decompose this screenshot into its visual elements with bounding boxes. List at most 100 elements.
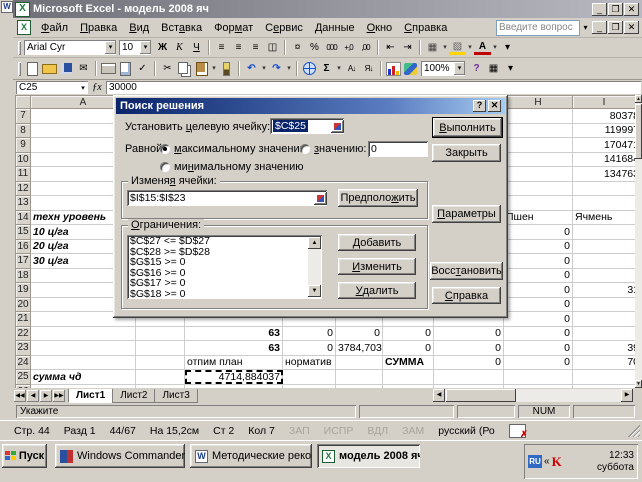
collapse-dialog-icon[interactable] [331, 120, 344, 133]
zoom-combo[interactable]: 100% ▾ [421, 61, 465, 76]
cell-I7[interactable]: 80378 [573, 109, 636, 124]
cell-I18[interactable] [573, 268, 636, 283]
cell-I22[interactable] [573, 326, 636, 341]
taskbar-button[interactable]: WМетодические рекомен... [190, 444, 312, 468]
cell-I17[interactable] [573, 254, 636, 269]
hyperlink-icon[interactable] [301, 61, 318, 77]
cell-A23[interactable] [31, 341, 136, 356]
cell-H12[interactable] [504, 181, 573, 196]
save-icon[interactable] [58, 61, 75, 77]
insert-function-icon[interactable]: ƒx [88, 82, 106, 93]
sheet-tab-Лист3[interactable]: Лист3 [154, 389, 197, 403]
taskbar-button[interactable]: Windows Commander 4.... [55, 444, 185, 468]
borders-icon[interactable]: ▦ [424, 40, 441, 56]
fill-color-icon[interactable]: ▨ [449, 40, 466, 55]
increase-indent-icon[interactable]: ⇥ [399, 40, 416, 56]
resize-grip[interactable] [628, 425, 640, 437]
menu-Вставка[interactable]: Вставка [155, 20, 208, 36]
radio-max-value[interactable] [160, 144, 170, 154]
bold-icon[interactable]: Ж [154, 40, 171, 56]
scroll-left-icon[interactable]: ◀ [433, 389, 445, 402]
chevron-down-icon[interactable]: ▾ [105, 41, 116, 54]
row-header-25[interactable]: 25 [16, 370, 31, 385]
format-painter-icon[interactable] [218, 61, 235, 77]
autosum-icon[interactable]: Σ [318, 61, 335, 77]
menu-Справка[interactable]: Справка [398, 20, 453, 36]
dialog-title-bar[interactable]: Поиск решения ? ✕ [116, 98, 505, 114]
cell-I15[interactable] [573, 225, 636, 240]
underline-icon[interactable]: Ч [188, 40, 205, 56]
help-icon[interactable]: ? [473, 100, 486, 112]
guess-button[interactable]: Предположить [338, 189, 418, 207]
row-header-10[interactable]: 10 [16, 152, 31, 167]
taskbar-button[interactable]: Xмодель 2008 яч [317, 444, 420, 468]
row-header-15[interactable]: 15 [16, 225, 31, 240]
cell-H7[interactable] [504, 109, 573, 124]
align-center-icon[interactable]: ≡ [230, 40, 247, 56]
cell-H19[interactable]: 0 [504, 283, 573, 298]
cell-I24[interactable]: 70 [573, 355, 636, 370]
chevron-down-icon[interactable]: ▾ [441, 40, 449, 56]
reset-button[interactable]: Восстановить [430, 262, 503, 280]
toolbar-options-icon[interactable]: ▾ [502, 61, 519, 77]
cell-I10[interactable]: 141684 [573, 152, 636, 167]
cell-D25[interactable] [283, 370, 336, 385]
toolbar-grip[interactable] [18, 62, 21, 76]
cell-H16[interactable]: 0 [504, 239, 573, 254]
cell-I20[interactable] [573, 297, 636, 312]
cell-H20[interactable]: 0 [504, 297, 573, 312]
chevron-down-icon[interactable]: ▾ [335, 61, 343, 77]
cut-icon[interactable]: ✂ [159, 61, 176, 77]
close-button[interactable]: Закрыть [432, 144, 501, 162]
cell-H21[interactable]: 0 [504, 312, 573, 327]
cell-H22[interactable]: 0 [504, 326, 573, 341]
currency-icon[interactable]: ¤ [289, 40, 306, 56]
align-right-icon[interactable]: ≡ [247, 40, 264, 56]
print-preview-icon[interactable] [117, 61, 134, 77]
chevron-down-icon[interactable]: ▾ [466, 40, 474, 56]
scroll-up-icon[interactable]: ▲ [635, 95, 642, 103]
cell-I12[interactable] [573, 181, 636, 196]
row-header-22[interactable]: 22 [16, 326, 31, 341]
cell-I19[interactable]: 31 [573, 283, 636, 298]
help-icon[interactable]: ? [468, 61, 485, 77]
row-header-13[interactable]: 13 [16, 196, 31, 211]
thousands-icon[interactable]: 000 [323, 40, 340, 56]
help-button[interactable]: Справка [432, 287, 501, 304]
cell-I13[interactable] [573, 196, 636, 211]
scrollbar-thumb[interactable] [446, 389, 516, 402]
row-header-24[interactable]: 24 [16, 355, 31, 370]
cell-G25[interactable] [434, 370, 504, 385]
chevron-down-icon[interactable]: ▾ [140, 41, 151, 54]
cell-C25[interactable]: 4714,884037 [185, 370, 283, 385]
chevron-down-icon[interactable]: ▾ [580, 20, 591, 36]
close-icon[interactable]: ✕ [488, 100, 501, 112]
row-header-17[interactable]: 17 [16, 254, 31, 269]
decrease-indent-icon[interactable]: ⇤ [382, 40, 399, 56]
constraints-scrollbar[interactable]: ▲ ▼ [308, 237, 321, 297]
row-header-20[interactable]: 20 [16, 297, 31, 312]
collapse-dialog-icon[interactable] [314, 192, 327, 205]
chart-wizard-icon[interactable] [385, 61, 402, 77]
formula-input[interactable]: 30000 [106, 81, 641, 94]
name-box[interactable]: C25 ▾ [16, 81, 88, 94]
constraint-item[interactable]: $G$18 >= 0 [130, 289, 307, 300]
cell-H11[interactable] [504, 167, 573, 182]
scrollbar-thumb[interactable] [635, 104, 642, 159]
chevron-down-icon[interactable]: ▾ [78, 84, 88, 92]
cell-I16[interactable] [573, 239, 636, 254]
cell-H10[interactable] [504, 152, 573, 167]
last-sheet-icon[interactable]: ▶▶ [53, 390, 65, 402]
cell-B22[interactable] [136, 326, 185, 341]
redo-icon[interactable]: ↷ [268, 61, 285, 77]
cell-F23[interactable]: 0 [383, 341, 434, 356]
cell-A22[interactable] [31, 326, 136, 341]
cell-F25[interactable] [383, 370, 434, 385]
row-header-11[interactable]: 11 [16, 167, 31, 182]
cell-E24[interactable] [336, 355, 383, 370]
radio-min-value[interactable] [160, 162, 170, 172]
scroll-down-icon[interactable]: ▼ [308, 285, 321, 297]
tray-chevron-icon[interactable]: « [544, 456, 550, 467]
align-left-icon[interactable]: ≡ [213, 40, 230, 56]
chevron-down-icon[interactable]: ▾ [454, 62, 465, 75]
